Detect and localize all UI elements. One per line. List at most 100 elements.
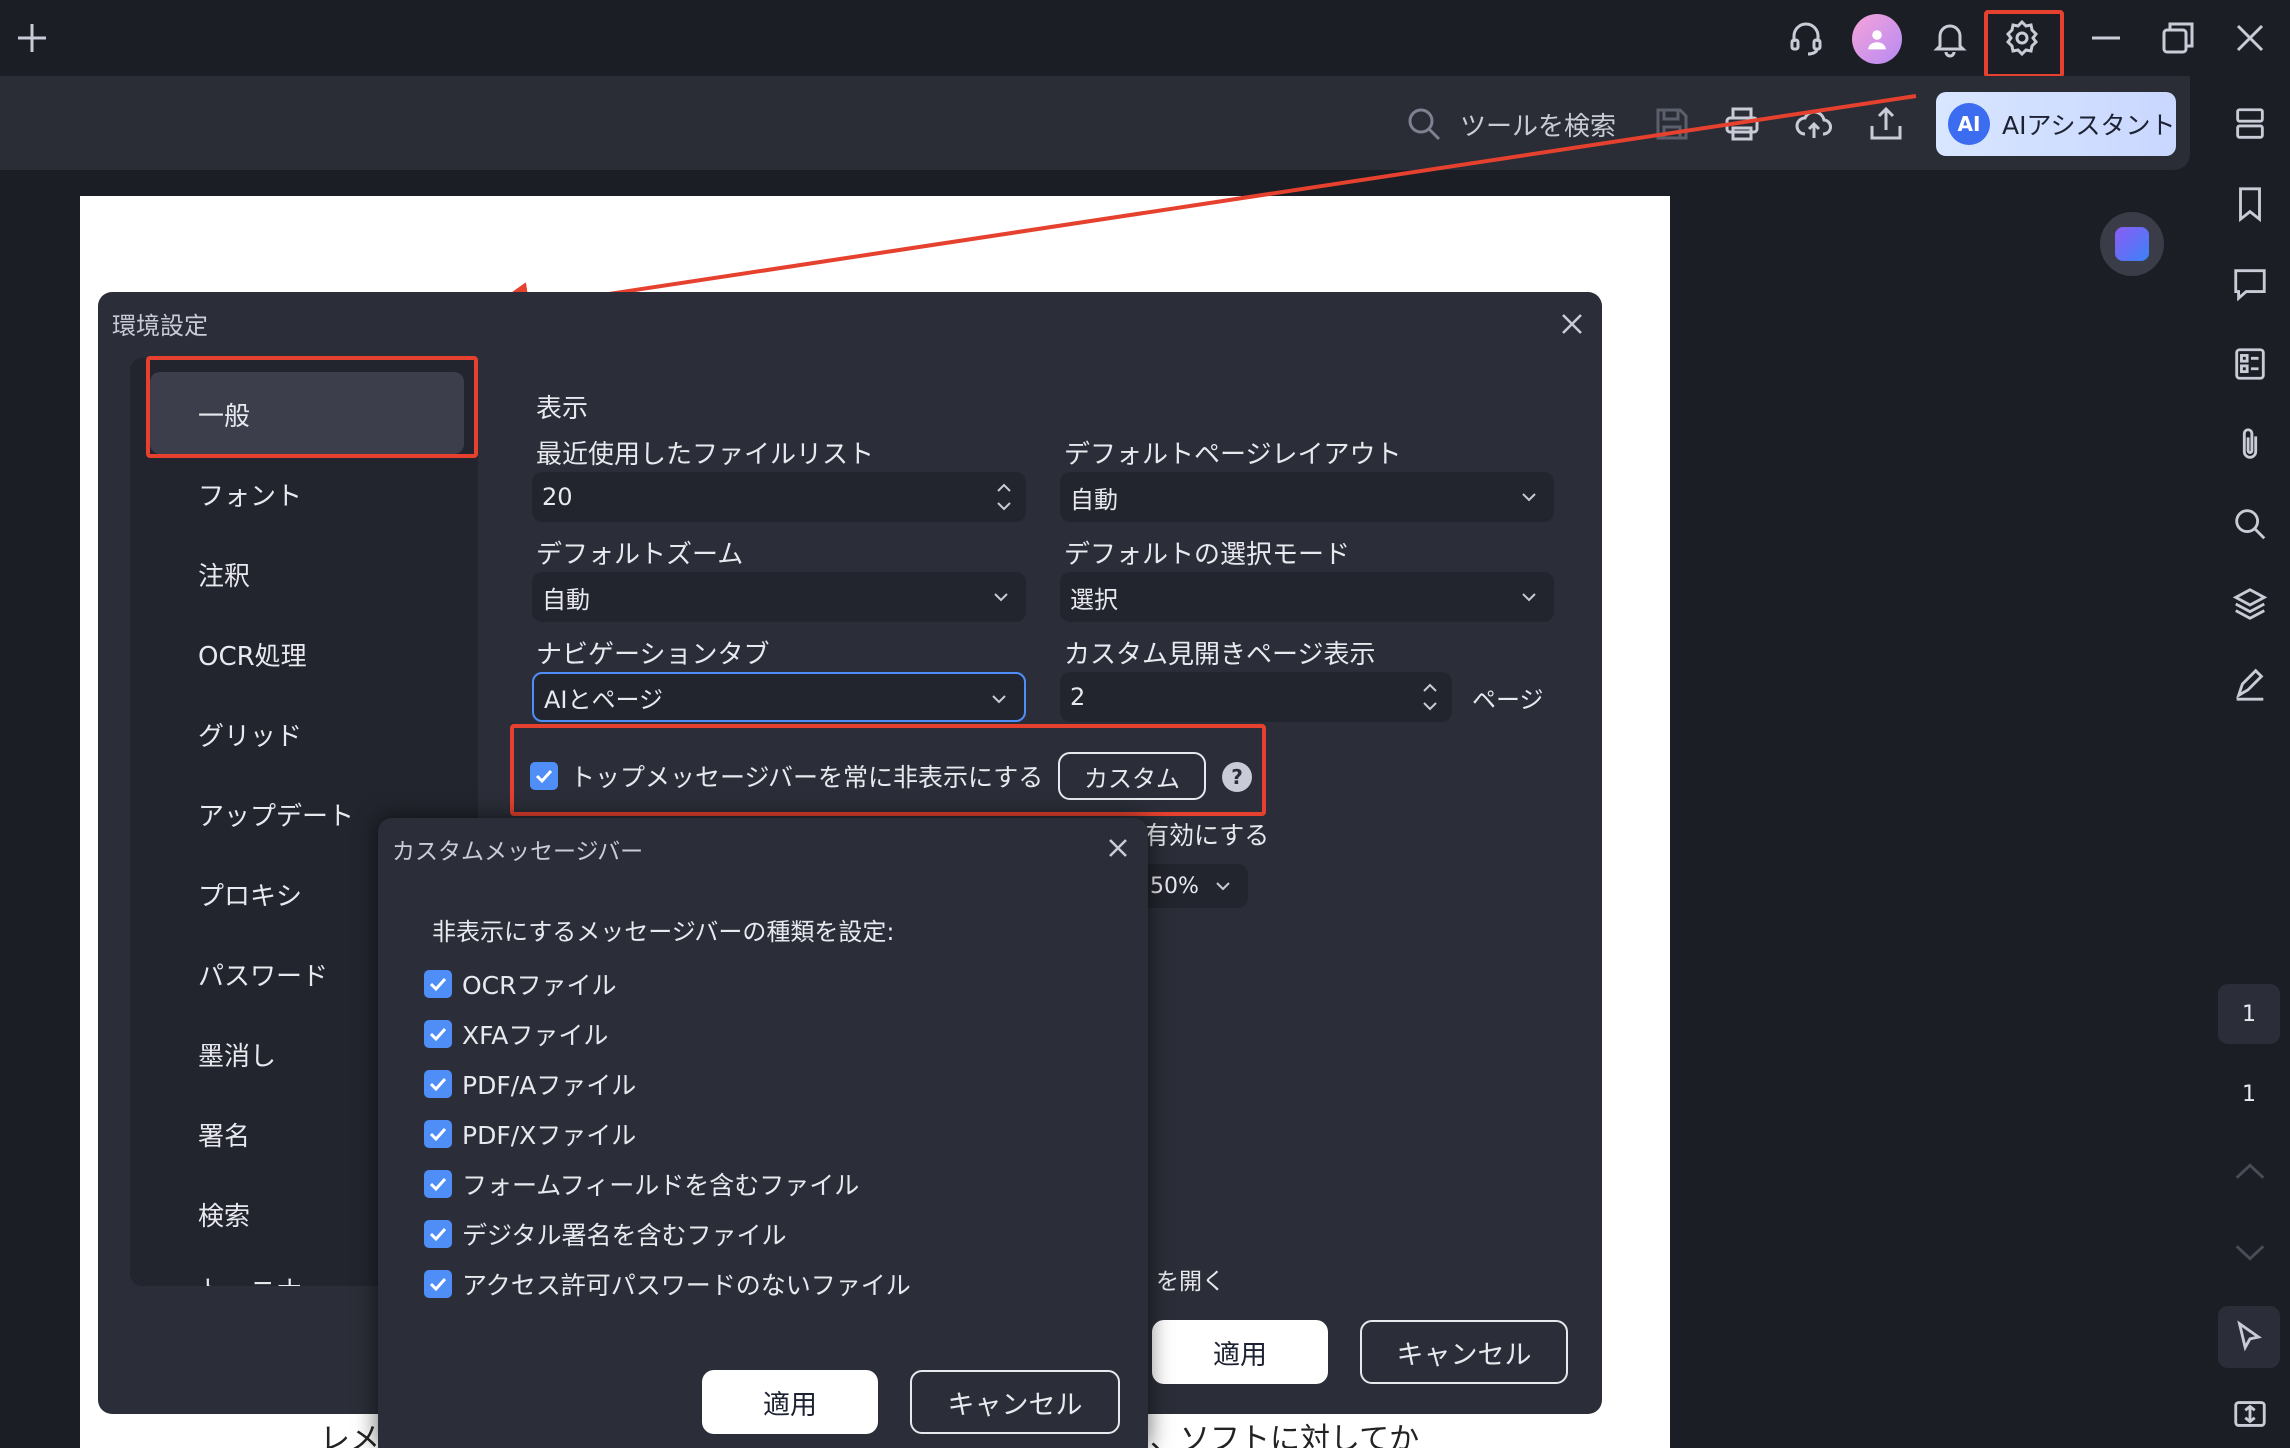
nav-item-redaction[interactable]: 墨消し bbox=[198, 1036, 276, 1073]
bell-icon[interactable] bbox=[1924, 12, 1976, 64]
dialog-title: 環境設定 bbox=[112, 312, 208, 340]
default-select-value: 選択 bbox=[1070, 585, 1118, 614]
layers-icon[interactable] bbox=[2228, 582, 2272, 626]
option-xfa[interactable]: XFAファイル bbox=[424, 1016, 608, 1052]
percent-value: 50% bbox=[1150, 873, 1199, 899]
bookmark-icon[interactable] bbox=[2228, 182, 2272, 226]
document-text: レメ bbox=[320, 1422, 380, 1448]
option-pdfa[interactable]: PDF/Aファイル bbox=[424, 1066, 636, 1102]
chevron-down-icon bbox=[994, 593, 1008, 602]
option-no-permission-password[interactable]: アクセス許可パスワードのないファイル bbox=[424, 1266, 911, 1302]
popup-apply-button[interactable]: 適用 bbox=[702, 1370, 878, 1434]
checkbox[interactable] bbox=[424, 1220, 452, 1248]
select-tool-icon[interactable] bbox=[2218, 1306, 2280, 1368]
checkbox[interactable] bbox=[424, 970, 452, 998]
restore-icon[interactable] bbox=[2152, 12, 2204, 64]
default-layout-label: デフォルトページレイアウト bbox=[1064, 440, 1402, 470]
custom-button[interactable]: カスタム bbox=[1058, 752, 1206, 800]
tool-search-label: ツールを検索 bbox=[1460, 111, 1617, 142]
gear-icon[interactable] bbox=[1996, 12, 2048, 64]
search-panel-icon[interactable] bbox=[2228, 502, 2272, 546]
nav-item-search[interactable]: 検索 bbox=[198, 1196, 250, 1233]
ai-float-button[interactable] bbox=[2100, 212, 2164, 276]
nav-tab-value: AIとページ bbox=[544, 685, 664, 714]
default-layout-select[interactable]: 自動 bbox=[1060, 472, 1554, 522]
nav-item-grid[interactable]: グリッド bbox=[198, 716, 302, 753]
percent-select[interactable]: 50% bbox=[1140, 864, 1248, 908]
option-digital-signature[interactable]: デジタル署名を含むファイル bbox=[424, 1216, 787, 1252]
checkbox[interactable] bbox=[424, 1120, 452, 1148]
chevron-down-icon bbox=[1216, 882, 1230, 891]
nav-item-ocr[interactable]: OCR処理 bbox=[198, 636, 307, 673]
thumbnails-icon[interactable] bbox=[2228, 102, 2272, 146]
recent-files-label: 最近使用したファイルリスト bbox=[536, 440, 875, 470]
signature-icon[interactable] bbox=[2228, 662, 2272, 706]
checkbox[interactable] bbox=[424, 1170, 452, 1198]
nav-item-update[interactable]: アップデート bbox=[198, 796, 354, 833]
chevron-down-icon[interactable] bbox=[2228, 1230, 2272, 1274]
chevron-down-icon bbox=[992, 695, 1006, 704]
plus-icon[interactable] bbox=[6, 12, 58, 64]
document-text: 、ソフトに対してか bbox=[1150, 1422, 1420, 1448]
save-icon[interactable] bbox=[1648, 100, 1696, 148]
checkbox[interactable] bbox=[424, 1020, 452, 1048]
nav-item-font[interactable]: フォント bbox=[198, 476, 302, 513]
search-icon bbox=[1408, 108, 1441, 141]
print-icon[interactable] bbox=[1718, 100, 1766, 148]
default-select-mode[interactable]: 選択 bbox=[1060, 572, 1554, 622]
nav-item-signature[interactable]: 署名 bbox=[198, 1116, 250, 1153]
option-label: PDF/Aファイル bbox=[462, 1071, 637, 1100]
custom-heading-value: 2 bbox=[1070, 683, 1086, 711]
close-icon[interactable] bbox=[1554, 306, 1590, 342]
share-icon[interactable] bbox=[1862, 100, 1910, 148]
checkbox[interactable] bbox=[424, 1270, 452, 1298]
custom-heading-stepper[interactable]: 2 bbox=[1060, 672, 1452, 722]
cancel-button[interactable]: キャンセル bbox=[1360, 1320, 1568, 1384]
custom-message-bar-dialog: カスタムメッセージバー 非表示にするメッセージバーの種類を設定: OCRファイル… bbox=[378, 818, 1148, 1448]
popup-cancel-button[interactable]: キャンセル bbox=[910, 1370, 1120, 1434]
comment-icon[interactable] bbox=[2228, 262, 2272, 306]
hide-bar-checkbox[interactable] bbox=[530, 762, 558, 790]
nav-item-more[interactable]: トーニナ bbox=[198, 1270, 302, 1286]
apply-button[interactable]: 適用 bbox=[1152, 1320, 1328, 1384]
attachment-icon[interactable] bbox=[2228, 422, 2272, 466]
nav-item-password[interactable]: パスワード bbox=[198, 956, 328, 993]
popup-title: カスタムメッセージバー bbox=[392, 839, 644, 865]
toolbar: ツールを検索 AI AIアシスタント bbox=[0, 76, 2190, 170]
option-label: PDF/Xファイル bbox=[462, 1121, 637, 1150]
checkbox[interactable] bbox=[424, 1070, 452, 1098]
cloud-upload-icon[interactable] bbox=[1790, 100, 1838, 148]
option-ocr[interactable]: OCRファイル bbox=[424, 966, 617, 1002]
default-zoom-select[interactable]: 自動 bbox=[532, 572, 1026, 622]
enable-label: 有効にする bbox=[1144, 821, 1270, 850]
minimize-icon[interactable] bbox=[2080, 12, 2132, 64]
ai-logo-icon: AI bbox=[1948, 103, 1990, 145]
nav-tab-select[interactable]: AIとページ bbox=[532, 672, 1026, 722]
recent-files-stepper[interactable]: 20 bbox=[532, 472, 1026, 522]
tool-search[interactable]: ツールを検索 bbox=[1404, 100, 1616, 148]
ai-assistant-button[interactable]: AI AIアシスタント bbox=[1936, 92, 2176, 156]
popup-prompt: 非表示にするメッセージバーの種類を設定: bbox=[432, 918, 895, 946]
default-zoom-value: 自動 bbox=[542, 585, 590, 614]
page-current[interactable]: 1 bbox=[2218, 984, 2280, 1044]
chevron-down-icon bbox=[1522, 493, 1536, 502]
help-icon[interactable]: ? bbox=[1222, 762, 1252, 792]
option-form-fields[interactable]: フォームフィールドを含むファイル bbox=[424, 1166, 859, 1202]
headset-icon[interactable] bbox=[1780, 12, 1832, 64]
fit-page-icon[interactable] bbox=[2228, 1392, 2272, 1436]
nav-item-proxy[interactable]: プロキシ bbox=[198, 876, 302, 913]
avatar[interactable] bbox=[1852, 14, 1902, 64]
chevron-up-icon[interactable] bbox=[2228, 1150, 2272, 1194]
close-icon[interactable] bbox=[1102, 832, 1134, 864]
hide-bar-option[interactable]: トップメッセージバーを常に非表示にする bbox=[530, 758, 1043, 794]
nav-item-general[interactable]: 一般 bbox=[198, 396, 250, 433]
open-label: を開く bbox=[1156, 1269, 1225, 1295]
spinner-icon[interactable] bbox=[1420, 680, 1440, 714]
nav-item-annotation[interactable]: 注釈 bbox=[198, 556, 250, 593]
form-icon[interactable] bbox=[2228, 342, 2272, 386]
nav-tab-label: ナビゲーションタブ bbox=[536, 640, 770, 670]
spinner-icon[interactable] bbox=[994, 480, 1014, 514]
option-pdfx[interactable]: PDF/Xファイル bbox=[424, 1116, 636, 1152]
close-icon[interactable] bbox=[2224, 12, 2276, 64]
custom-heading-unit: ページ bbox=[1472, 686, 1544, 714]
